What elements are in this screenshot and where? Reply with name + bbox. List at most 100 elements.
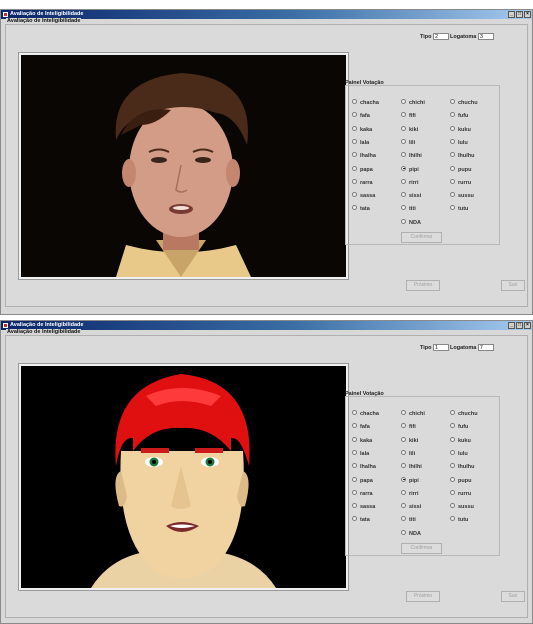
- radio-button[interactable]: [352, 410, 357, 416]
- option-fafa[interactable]: fafa: [352, 112, 370, 119]
- option-lulu[interactable]: lulu: [450, 138, 468, 146]
- option-lala[interactable]: lala: [352, 138, 369, 146]
- confirm-button[interactable]: Confirmar: [401, 232, 442, 243]
- radio-button[interactable]: [450, 516, 455, 522]
- radio-button[interactable]: [450, 178, 455, 184]
- option-lili[interactable]: lili: [401, 449, 415, 457]
- option-papa[interactable]: papa: [352, 165, 373, 173]
- option-pupu[interactable]: pupu: [450, 165, 471, 173]
- option-lili[interactable]: lili: [401, 138, 415, 146]
- radio-button[interactable]: [352, 436, 357, 442]
- radio-button[interactable]: [450, 476, 455, 482]
- radio-button[interactable]: [450, 489, 455, 495]
- option-rurru[interactable]: rurru: [450, 178, 471, 186]
- radio-button[interactable]: [450, 99, 455, 105]
- radio-button[interactable]: [352, 192, 357, 198]
- option-lhulhu[interactable]: lhulhu: [450, 463, 475, 470]
- option-sussu[interactable]: sussu: [450, 192, 474, 199]
- option-fifi[interactable]: fifi: [401, 423, 416, 430]
- radio-button[interactable]: [352, 165, 357, 171]
- radio-button[interactable]: [352, 449, 357, 455]
- radio-button[interactable]: [352, 152, 357, 158]
- radio-button[interactable]: [401, 99, 406, 105]
- radio-button[interactable]: [352, 463, 357, 469]
- option-chichi[interactable]: chichi: [401, 99, 425, 106]
- radio-button[interactable]: [401, 138, 406, 144]
- next-button[interactable]: Próximo: [406, 280, 440, 291]
- close-button[interactable]: ×: [524, 11, 531, 18]
- next-button[interactable]: Próximo: [406, 591, 440, 602]
- radio-button[interactable]: [352, 503, 357, 509]
- option-kaka[interactable]: kaka: [352, 436, 372, 444]
- radio-button[interactable]: [450, 112, 455, 118]
- radio-button[interactable]: [401, 192, 406, 198]
- option-chichi[interactable]: chichi: [401, 410, 425, 417]
- option-fufu[interactable]: fufu: [450, 112, 468, 119]
- option-lhalha[interactable]: lhalha: [352, 463, 376, 470]
- option-chuchu[interactable]: chuchu: [450, 99, 478, 106]
- option-lhalha[interactable]: lhalha: [352, 152, 376, 159]
- option-sussu[interactable]: sussu: [450, 503, 474, 510]
- option-nda[interactable]: NDA: [401, 529, 421, 537]
- option-rurru[interactable]: rurru: [450, 489, 471, 497]
- radio-button[interactable]: [401, 476, 406, 482]
- radio-button[interactable]: [450, 152, 455, 158]
- option-tutu[interactable]: tutu: [450, 205, 468, 212]
- option-kaka[interactable]: kaka: [352, 125, 372, 133]
- minimize-button[interactable]: _: [508, 11, 515, 18]
- minimize-button[interactable]: _: [508, 322, 515, 329]
- option-fufu[interactable]: fufu: [450, 423, 468, 430]
- radio-button[interactable]: [352, 205, 357, 211]
- option-kuku[interactable]: kuku: [450, 125, 471, 133]
- radio-button[interactable]: [450, 503, 455, 509]
- option-rarra[interactable]: rarra: [352, 489, 373, 497]
- radio-button[interactable]: [401, 218, 406, 224]
- radio-button[interactable]: [352, 489, 357, 495]
- radio-button[interactable]: [401, 489, 406, 495]
- option-sassa[interactable]: sassa: [352, 503, 375, 510]
- radio-button[interactable]: [401, 463, 406, 469]
- radio-button[interactable]: [352, 99, 357, 105]
- option-rarra[interactable]: rarra: [352, 178, 373, 186]
- option-chacha[interactable]: chacha: [352, 410, 379, 417]
- radio-button[interactable]: [401, 152, 406, 158]
- radio-button[interactable]: [401, 529, 406, 535]
- radio-button[interactable]: [352, 112, 357, 118]
- option-lhilhi[interactable]: lhilhi: [401, 152, 422, 159]
- radio-button[interactable]: [450, 192, 455, 198]
- radio-button[interactable]: [401, 178, 406, 184]
- radio-button[interactable]: [450, 423, 455, 429]
- option-titi[interactable]: titi: [401, 205, 416, 212]
- option-kuku[interactable]: kuku: [450, 436, 471, 444]
- radio-button[interactable]: [401, 516, 406, 522]
- option-papa[interactable]: papa: [352, 476, 373, 484]
- radio-button[interactable]: [450, 138, 455, 144]
- maximize-button[interactable]: □: [516, 11, 523, 18]
- option-fafa[interactable]: fafa: [352, 423, 370, 430]
- radio-button[interactable]: [401, 410, 406, 416]
- radio-button[interactable]: [401, 436, 406, 442]
- option-tata[interactable]: tata: [352, 516, 370, 523]
- radio-button[interactable]: [450, 410, 455, 416]
- close-button[interactable]: ×: [524, 322, 531, 329]
- option-pipi[interactable]: pipi: [401, 476, 419, 484]
- option-fifi[interactable]: fifi: [401, 112, 416, 119]
- option-pipi[interactable]: pipi: [401, 165, 419, 173]
- radio-button[interactable]: [450, 463, 455, 469]
- exit-button[interactable]: Sair: [501, 591, 525, 602]
- radio-button[interactable]: [450, 436, 455, 442]
- option-kiki[interactable]: kiki: [401, 125, 418, 133]
- radio-button[interactable]: [450, 205, 455, 211]
- radio-button[interactable]: [401, 503, 406, 509]
- radio-button[interactable]: [450, 449, 455, 455]
- maximize-button[interactable]: □: [516, 322, 523, 329]
- option-tutu[interactable]: tutu: [450, 516, 468, 523]
- radio-button[interactable]: [401, 205, 406, 211]
- radio-button[interactable]: [352, 516, 357, 522]
- radio-button[interactable]: [401, 449, 406, 455]
- option-sissi[interactable]: sissi: [401, 192, 421, 199]
- radio-button[interactable]: [450, 125, 455, 131]
- option-sissi[interactable]: sissi: [401, 503, 421, 510]
- radio-button[interactable]: [401, 112, 406, 118]
- radio-button[interactable]: [352, 138, 357, 144]
